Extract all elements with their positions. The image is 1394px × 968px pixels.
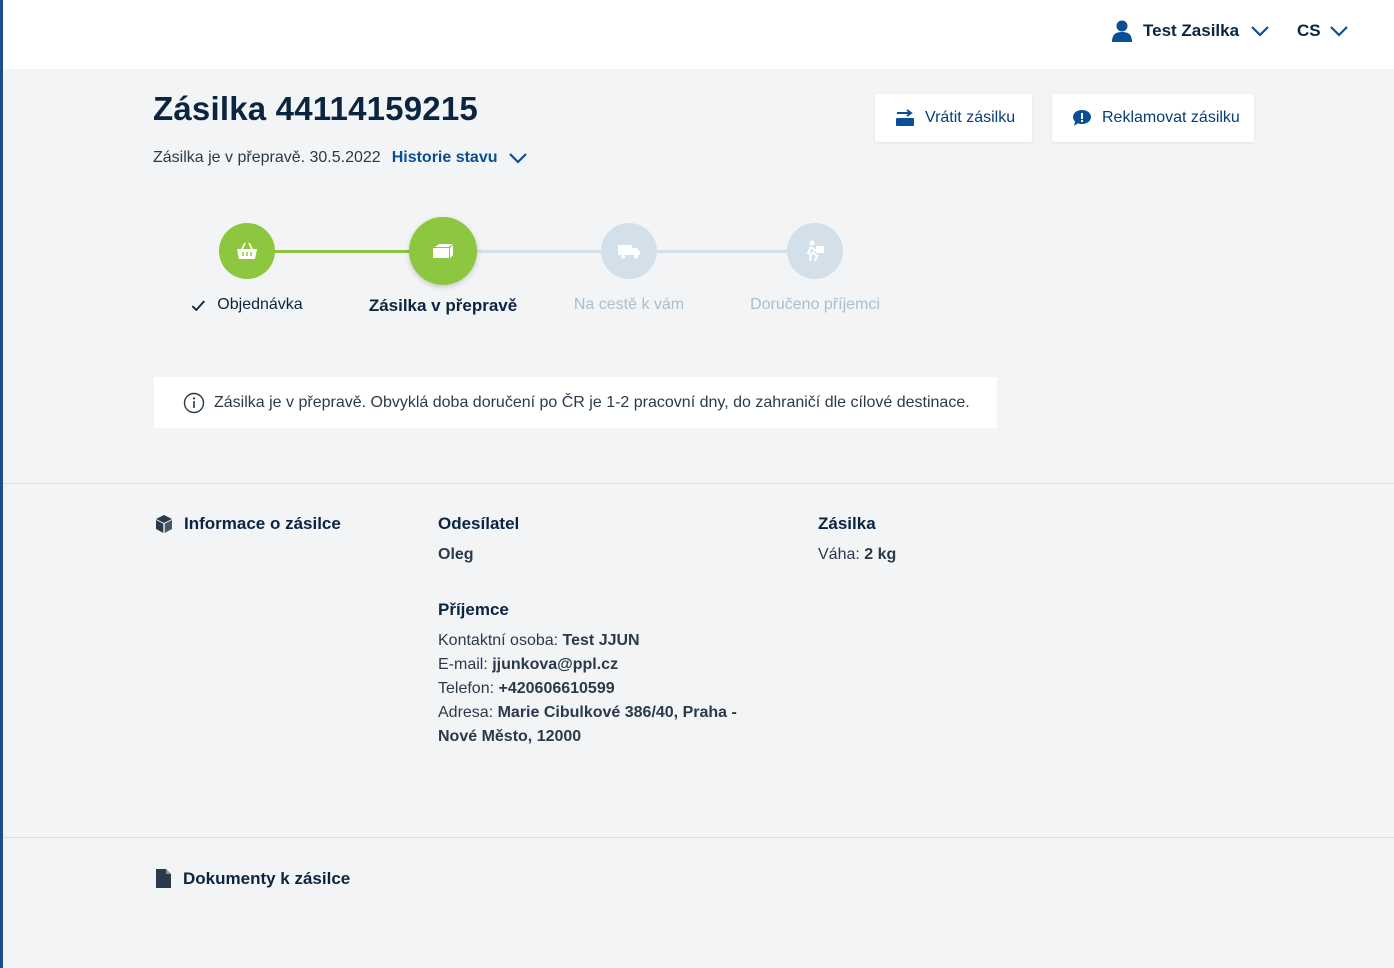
step-order-circle	[219, 223, 275, 279]
contact-value: Test JJUN	[562, 632, 640, 649]
sender-name: Oleg	[438, 546, 474, 563]
step-on-way-circle	[601, 223, 657, 279]
info-icon	[183, 392, 205, 413]
language-selector[interactable]: CS	[1297, 18, 1348, 44]
complaint-label: Reklamovat zásilku	[1102, 109, 1240, 126]
recipient-address-row: Adresa: Marie Cibulkové 386/40, Praha -	[438, 701, 768, 725]
user-name: Test Zasilka	[1143, 21, 1240, 40]
document-icon	[156, 869, 171, 888]
sender-heading: Odesílatel	[438, 514, 520, 533]
complaint-button[interactable]: Reklamovat zásilku	[1052, 94, 1254, 142]
section-divider	[3, 837, 1394, 838]
address-value-line2: Nové Město, 12000	[438, 728, 582, 745]
language-code: CS	[1297, 21, 1321, 40]
shipment-progress: Objednávka Zásilka v přepravě Na cestě k…	[150, 212, 910, 332]
email-value: jjunkova@ppl.cz	[492, 656, 619, 673]
page-title: Zásilka 44114159215	[153, 90, 478, 127]
shipment-info-title: Informace o zásilce	[184, 514, 341, 533]
user-menu[interactable]: Test Zasilka	[1112, 18, 1269, 44]
chevron-down-icon	[1251, 26, 1269, 37]
chevron-down-icon	[1329, 26, 1348, 37]
truck-icon	[618, 245, 640, 259]
info-message-text: Zásilka je v přepravě. Obvyklá doba doru…	[214, 393, 970, 411]
return-icon	[896, 109, 914, 126]
status-history-label: Historie stavu	[391, 149, 498, 166]
address-value-line1: Marie Cibulkové 386/40, Praha -	[497, 704, 737, 721]
status-text: Zásilka je v přepravě. 30.5.2022	[153, 149, 381, 166]
recipient-address-row-2: Nové Město, 12000	[438, 725, 768, 749]
chevron-down-icon	[508, 153, 527, 164]
recipient-heading: Příjemce	[438, 600, 509, 619]
step-order-label: Objednávka	[191, 296, 303, 314]
weight-value: 2 kg	[864, 546, 897, 563]
package-weight-row: Váha: 2 kg	[818, 543, 896, 567]
phone-value: +420606610599	[498, 680, 615, 697]
step-delivered-circle	[787, 223, 843, 279]
shipment-info-heading: Informace o zásilce	[155, 514, 341, 534]
email-label: E-mail:	[438, 656, 488, 673]
status-history-toggle[interactable]: Historie stavu	[392, 149, 527, 167]
info-message-box: Zásilka je v přepravě. Obvyklá doba doru…	[154, 377, 997, 428]
recipient-contact-row: Kontaktní osoba: Test JJUN	[438, 629, 768, 653]
step-on-way-label: Na cestě k vám	[573, 296, 685, 313]
basket-icon	[237, 242, 257, 259]
delivery-person-icon	[806, 240, 824, 262]
phone-label: Telefon:	[438, 680, 495, 697]
recipient-email-row: E-mail: jjunkova@ppl.cz	[438, 653, 768, 677]
check-icon	[191, 299, 205, 311]
step-delivered-label: Doručeno příjemci	[750, 296, 880, 313]
documents-title: Dokumenty k zásilce	[183, 868, 351, 888]
step-order-text: Objednávka	[217, 296, 303, 313]
recipient-phone-row: Telefon: +420606610599	[438, 677, 768, 701]
section-divider	[3, 483, 1394, 484]
step-transit-label: Zásilka v přepravě	[368, 296, 518, 315]
user-icon	[1112, 20, 1132, 42]
box-icon	[156, 515, 172, 533]
documents-heading: Dokumenty k zásilce	[155, 868, 350, 889]
return-shipment-label: Vrátit zásilku	[925, 109, 1016, 126]
step-transit-circle	[409, 217, 477, 285]
package-icon	[433, 244, 453, 258]
chat-bubble-icon	[1073, 110, 1091, 126]
contact-label: Kontaktní osoba:	[438, 632, 559, 649]
recipient-details: Kontaktní osoba: Test JJUN E-mail: jjunk…	[438, 629, 768, 749]
weight-label: Váha:	[818, 546, 860, 563]
status-line: Zásilka je v přepravě. 30.5.2022 Histori…	[153, 149, 527, 167]
left-accent-bar	[0, 0, 3, 968]
address-label: Adresa:	[438, 704, 494, 721]
return-shipment-button[interactable]: Vrátit zásilku	[875, 94, 1032, 142]
package-heading: Zásilka	[818, 514, 876, 533]
